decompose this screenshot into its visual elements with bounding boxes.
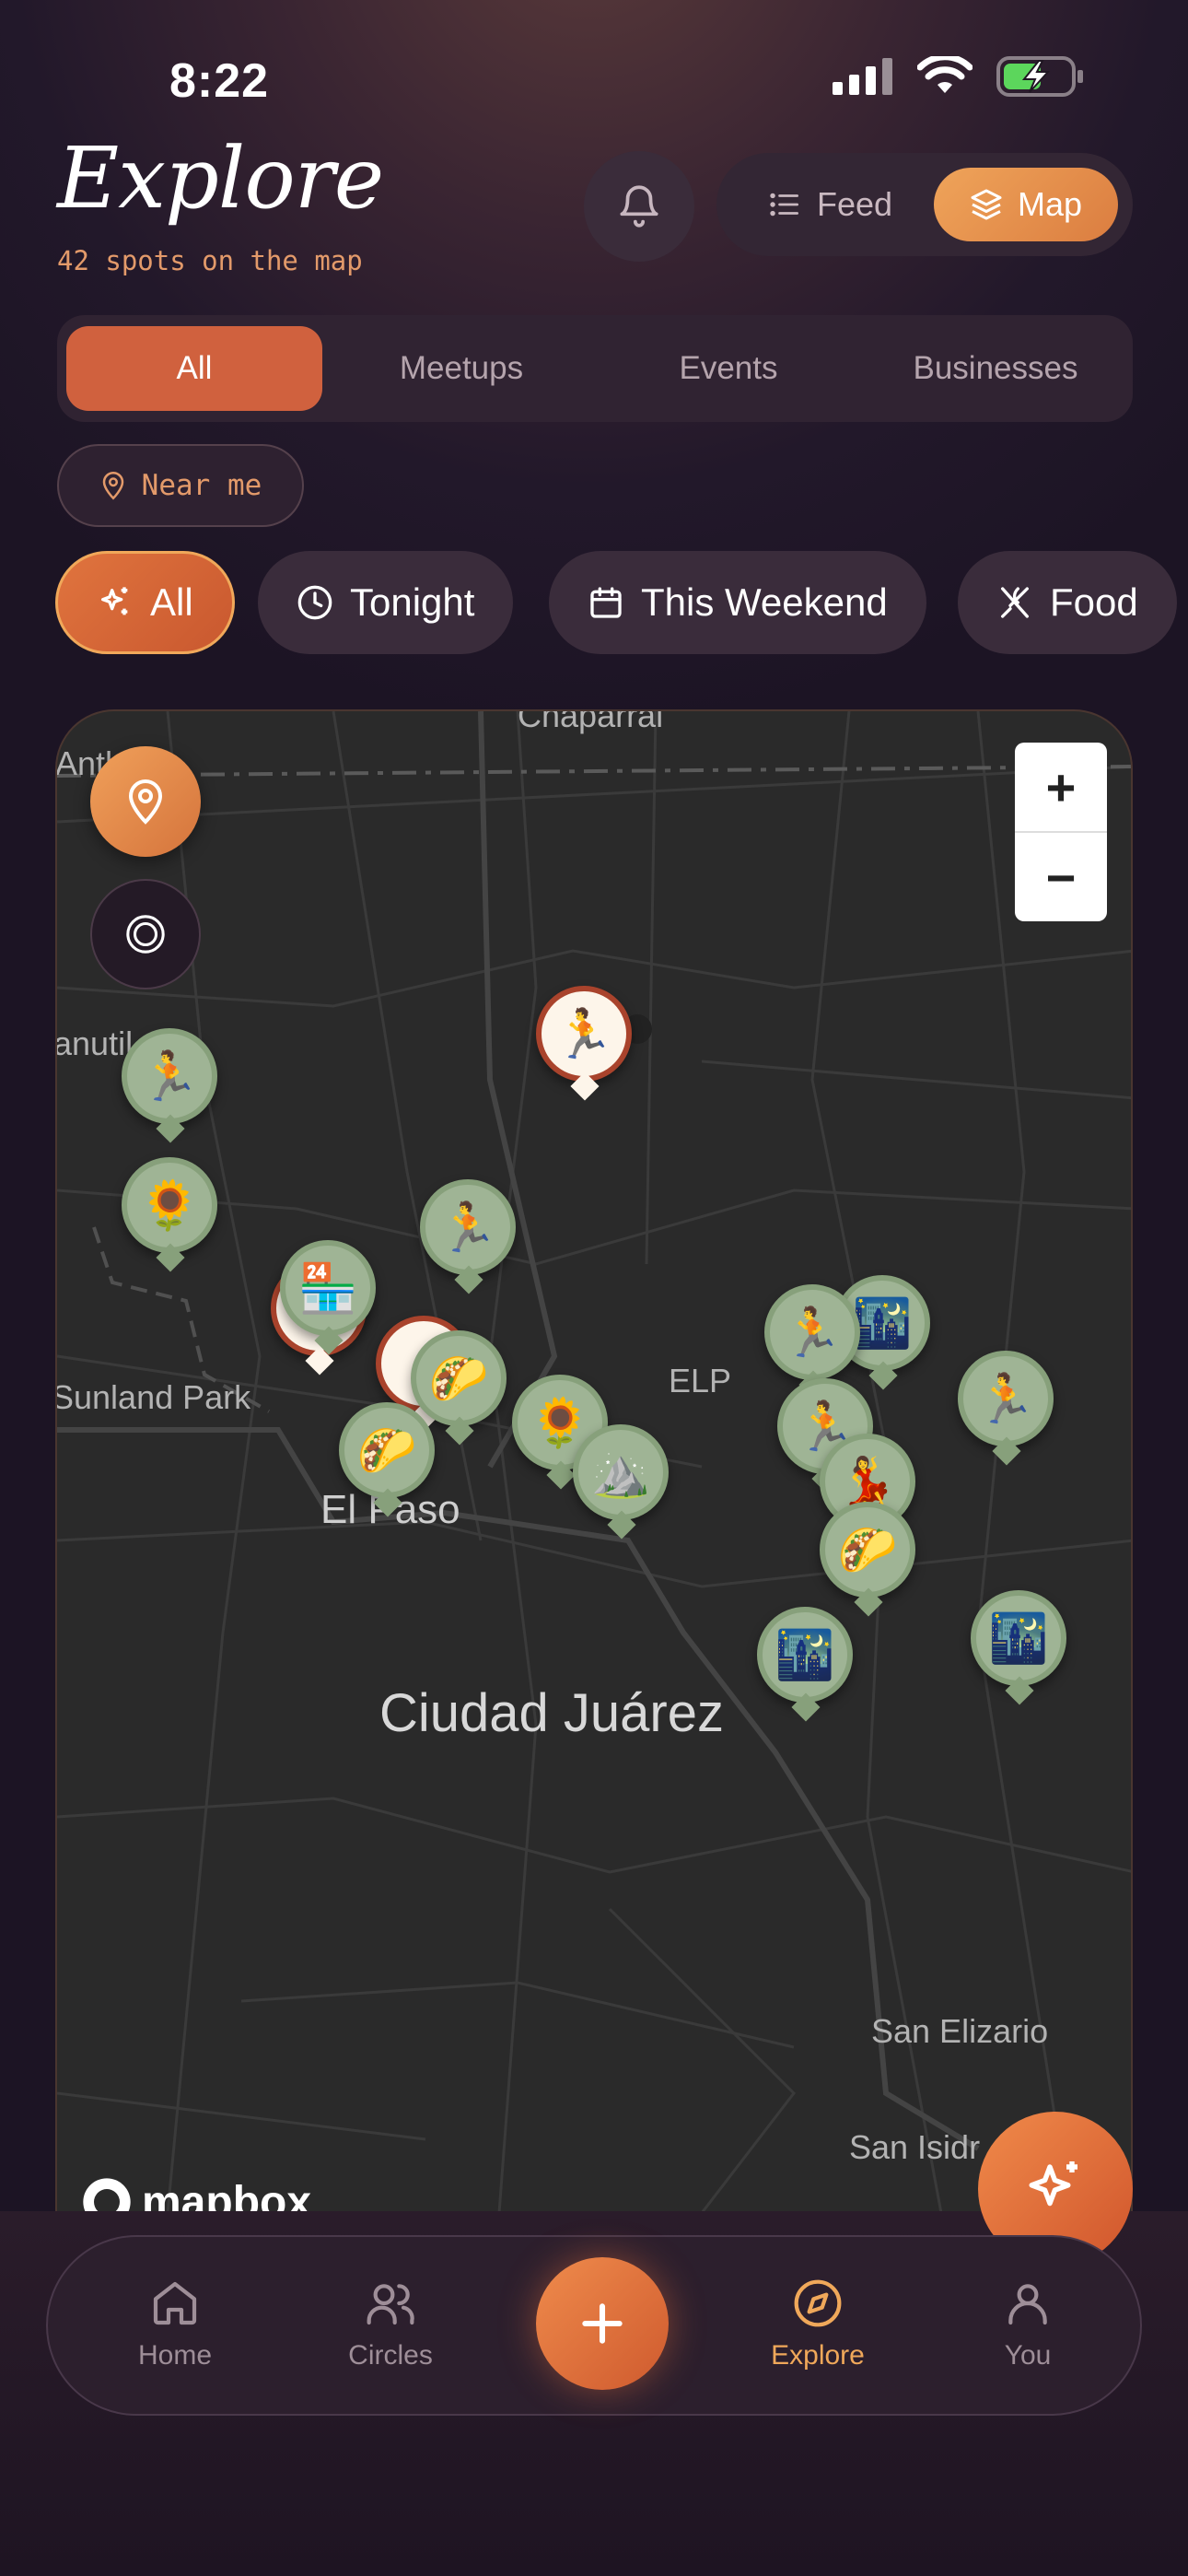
feed-toggle-button[interactable]: Feed [739,168,923,241]
map-pin[interactable]: 🌃 [971,1590,1066,1686]
map-label-chaparral: Chaparral [518,709,664,734]
mapbox-attribution[interactable]: mapbox [81,2176,311,2211]
calendar-icon [590,587,622,618]
create-button[interactable] [536,2257,669,2390]
map-pin[interactable]: 🌻 [122,1157,217,1253]
wifi-icon [917,56,973,93]
mapbox-logo-icon [83,2178,131,2211]
filter-chip-label: All [150,580,193,624]
notifications-button[interactable] [584,151,694,262]
near-me-button[interactable]: Near me [57,444,304,527]
nav-label: Home [137,2340,213,2371]
bottom-nav: Home Circles Explore You [46,2235,1142,2416]
map-label-san-elizario: San Elizario [871,2012,1049,2050]
location-pin-icon [102,472,123,500]
map-pin[interactable]: 🏃 [122,1028,217,1124]
segment-businesses[interactable]: Businesses [868,326,1124,411]
map-pin[interactable]: ⛰️ [573,1424,669,1520]
target-icon [126,915,165,954]
nav-item-explore[interactable]: Explore [744,2277,891,2371]
map-label-sunland-park: Sunland Park [55,1378,251,1416]
nav-label: You [1004,2340,1052,2371]
filter-chip-label: This Weekend [641,580,888,624]
filter-chip-this-weekend[interactable]: This Weekend [549,551,926,654]
status-icons [833,55,1085,98]
segment-all[interactable]: All [66,326,322,411]
segment-events[interactable]: Events [600,326,856,411]
map-label-elp: ELP [669,1362,732,1399]
nav-label: Circles [348,2340,433,2371]
my-location-button[interactable] [90,746,201,857]
page-title: Explore [57,129,384,228]
filter-chip-food[interactable]: Food [958,551,1177,654]
map-label: Map [1017,185,1083,223]
spots-count: 42 spots on the map [57,245,363,276]
bell-icon [620,185,658,228]
map-pin[interactable]: 🌮 [339,1402,435,1498]
filter-chip-label: Food [1050,580,1138,624]
map-pin[interactable]: 🏪 [280,1240,376,1336]
filter-chip-label: Tonight [350,580,475,624]
signal-icon [833,58,892,95]
nav-item-you[interactable]: You [954,2277,1101,2371]
map-pin[interactable]: 🌮 [820,1502,915,1598]
users-icon [367,2284,414,2325]
home-icon [153,2281,197,2325]
map-label-ciudad-juarez: Ciudad Juárez [379,1683,724,1743]
plus-icon [582,2303,623,2344]
filter-chip-all[interactable]: All [55,551,235,654]
layers-icon [971,189,1002,220]
map-pin[interactable]: 🌃 [757,1607,853,1703]
map-toggle-button[interactable]: Map [934,168,1118,241]
status-time: 8:22 [169,54,270,108]
map-label-san-isidro: San Isidr [849,2128,981,2166]
map-pin[interactable]: 🏃 [958,1351,1054,1446]
filter-chip-tonight[interactable]: Tonight [258,551,514,654]
zoom-in-button[interactable]: + [1015,743,1107,831]
user-icon [1008,2284,1047,2325]
mapbox-label: mapbox [142,2177,312,2212]
clock-icon [297,585,332,620]
segment-meetups[interactable]: Meetups [333,326,589,411]
feed-label: Feed [816,185,893,223]
nav-item-circles[interactable]: Circles [317,2277,464,2371]
recenter-button[interactable] [90,879,201,989]
type-segmented-control: All Meetups Events Businesses [57,315,1133,422]
nav-item-home[interactable]: Home [101,2277,249,2371]
map-pin[interactable]: 🏃 [764,1284,860,1380]
zoom-out-button[interactable]: − [1015,833,1107,921]
battery-icon [996,56,1083,97]
location-pin-icon [128,779,163,825]
map-pin-selected[interactable]: 🏃 [536,986,632,1082]
compass-icon [794,2279,842,2327]
near-me-label: Near me [141,469,262,502]
view-toggle: Feed Map [716,153,1133,256]
map-view[interactable]: Chaparral Anth anutil Sunland Park ELP E… [55,709,1133,2211]
utensils-icon [1001,587,1029,618]
nav-label: Explore [771,2340,865,2371]
sparkles-icon [1029,2161,1077,2207]
zoom-controls: + − [1015,743,1107,921]
map-pin[interactable]: 🏃 [420,1179,516,1275]
list-icon [770,193,798,217]
sparkles-icon [101,587,128,615]
map-pin[interactable]: 🌮 [411,1330,507,1426]
map-label-canutillo: anutil [55,1025,134,1062]
